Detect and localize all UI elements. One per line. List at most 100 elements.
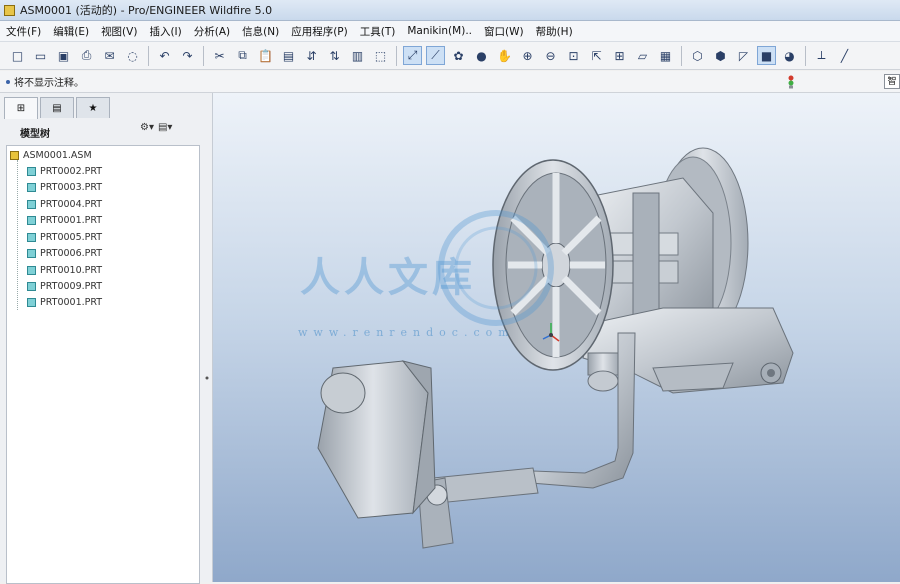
paste-icon[interactable]: 📋 bbox=[256, 46, 275, 65]
tree-item-label: PRT0001.PRT bbox=[40, 214, 103, 226]
appearance-icon[interactable]: ✿ bbox=[449, 46, 468, 65]
traffic-light-icon[interactable] bbox=[786, 75, 796, 89]
shaded-icon[interactable]: ■ bbox=[757, 46, 776, 65]
tree-item[interactable]: PRT0003.PRT bbox=[27, 180, 102, 194]
window-title: ASM0001 (活动的) - Pro/ENGINEER Wildfire 5.… bbox=[20, 4, 273, 17]
menu-file[interactable]: 文件(F) bbox=[0, 24, 47, 39]
tree-item[interactable]: PRT0006.PRT bbox=[27, 246, 102, 260]
tree-item[interactable]: PRT0001.PRT bbox=[27, 295, 102, 309]
new-file-icon[interactable]: □ bbox=[8, 46, 27, 65]
tree-item[interactable]: PRT0005.PRT bbox=[27, 230, 102, 244]
tree-item[interactable]: PRT0009.PRT bbox=[27, 279, 102, 293]
save-icon[interactable]: ▣ bbox=[54, 46, 73, 65]
menu-analysis[interactable]: 分析(A) bbox=[188, 24, 236, 39]
tree-item[interactable]: PRT0010.PRT bbox=[27, 263, 102, 277]
menu-help[interactable]: 帮助(H) bbox=[530, 24, 579, 39]
shading-icon[interactable]: ● bbox=[472, 46, 491, 65]
part-icon bbox=[27, 232, 36, 242]
wireframe-icon[interactable]: ⬡ bbox=[688, 46, 707, 65]
show-icon[interactable]: ▤▾ bbox=[158, 122, 172, 133]
enhanced-realism-icon[interactable]: ◕ bbox=[780, 46, 799, 65]
tree-item-label: PRT0002.PRT bbox=[40, 165, 103, 177]
part-icon bbox=[27, 265, 36, 275]
part-icon bbox=[27, 281, 36, 291]
zoom-out-icon[interactable]: ⊖ bbox=[541, 46, 560, 65]
tree-root[interactable]: ASM0001.ASM bbox=[10, 148, 92, 162]
favorites-icon: ★ bbox=[88, 102, 98, 114]
part-icon bbox=[27, 166, 36, 176]
refit-icon[interactable]: ⊡ bbox=[564, 46, 583, 65]
spin-center-icon[interactable]: ⤢ bbox=[403, 46, 422, 65]
hidden-line-icon[interactable]: ⬢ bbox=[711, 46, 730, 65]
message-bullet-icon bbox=[6, 79, 10, 84]
send-mail-icon[interactable]: ✉ bbox=[100, 46, 119, 65]
tree-item-label: PRT0003.PRT bbox=[40, 181, 103, 193]
tree-item[interactable]: PRT0004.PRT bbox=[27, 197, 102, 211]
pipe bbox=[587, 352, 619, 392]
part-icon bbox=[27, 199, 36, 209]
open-folder-icon[interactable]: ▭ bbox=[31, 46, 50, 65]
part-icon bbox=[27, 248, 36, 258]
part-icon bbox=[27, 215, 36, 225]
navigator-tabs: ⊞ ▤ ★ bbox=[4, 97, 112, 119]
orient-mode-icon[interactable]: ⟋ bbox=[426, 46, 445, 65]
menu-applications[interactable]: 应用程序(P) bbox=[285, 24, 354, 39]
menu-manikin[interactable]: Manikin(M).. bbox=[401, 25, 478, 37]
part-icon bbox=[27, 182, 36, 192]
tab-model-tree[interactable]: ⊞ bbox=[4, 97, 38, 119]
menu-edit[interactable]: 编辑(E) bbox=[47, 24, 95, 39]
regen-manager-icon[interactable]: ⇅ bbox=[325, 46, 344, 65]
navigator-panel: ⊞ ▤ ★ 模型树 ⚙▾ ▤▾ ASM0001.ASM PRT0002.PRT … bbox=[0, 93, 213, 584]
regenerate-icon[interactable]: ⇵ bbox=[302, 46, 321, 65]
tree-item-label: PRT0005.PRT bbox=[40, 231, 103, 243]
menu-tools[interactable]: 工具(T) bbox=[354, 24, 402, 39]
menu-bar: 文件(F) 编辑(E) 视图(V) 插入(I) 分析(A) 信息(N) 应用程序… bbox=[0, 21, 900, 42]
model-tree-icon: ⊞ bbox=[16, 103, 26, 114]
menu-view[interactable]: 视图(V) bbox=[95, 24, 143, 39]
watermark-text: 人人文库 bbox=[300, 255, 476, 301]
view-manager-icon[interactable]: ▦ bbox=[656, 46, 675, 65]
undo-icon[interactable]: ↶ bbox=[155, 46, 174, 65]
settings-icon[interactable]: ⚙▾ bbox=[140, 122, 154, 133]
toolbar-separator bbox=[203, 45, 204, 66]
tree-item[interactable]: PRT0002.PRT bbox=[27, 164, 102, 178]
tree-item-label: PRT0009.PRT bbox=[40, 280, 103, 292]
datum-plane-icon[interactable]: ⟂ bbox=[812, 46, 831, 65]
model-tree: ASM0001.ASM PRT0002.PRT PRT0003.PRT PRT0… bbox=[6, 145, 200, 584]
saved-views-icon[interactable]: ⊞ bbox=[610, 46, 629, 65]
graphics-viewport[interactable]: 人人文库 www.renrendoc.com bbox=[213, 93, 900, 582]
tree-item-label: PRT0010.PRT bbox=[40, 264, 103, 276]
tab-favorites[interactable]: ★ bbox=[76, 97, 110, 118]
cut-icon[interactable]: ✂ bbox=[210, 46, 229, 65]
menu-insert[interactable]: 插入(I) bbox=[143, 24, 187, 39]
reorient-icon[interactable]: ⇱ bbox=[587, 46, 606, 65]
message-bar: 将不显示注释。 智 bbox=[0, 71, 900, 93]
pan-icon[interactable]: ✋ bbox=[495, 46, 514, 65]
print-icon[interactable]: ⎙ bbox=[77, 46, 96, 65]
layers-icon[interactable]: ▱ bbox=[633, 46, 652, 65]
panel-title: 模型树 bbox=[20, 129, 50, 140]
redo-icon[interactable]: ↷ bbox=[178, 46, 197, 65]
assembly-icon bbox=[10, 150, 19, 160]
datum-axis-icon[interactable]: ╱ bbox=[835, 46, 854, 65]
tree-item[interactable]: PRT0001.PRT bbox=[27, 213, 102, 227]
select-box-icon[interactable]: ⬚ bbox=[371, 46, 390, 65]
menu-window[interactable]: 窗口(W) bbox=[478, 24, 530, 39]
motor-block bbox=[317, 360, 436, 519]
toolbar-separator bbox=[148, 45, 149, 66]
copy-icon[interactable]: ⧉ bbox=[233, 46, 252, 65]
panel-tools: ⚙▾ ▤▾ bbox=[140, 122, 176, 133]
find-icon[interactable]: ▥ bbox=[348, 46, 367, 65]
panel-splitter-handle[interactable] bbox=[205, 358, 209, 398]
zoom-in-icon[interactable]: ⊕ bbox=[518, 46, 537, 65]
tree-item-label: PRT0001.PRT bbox=[40, 296, 103, 308]
toolbar-separator bbox=[805, 45, 806, 66]
paste-special-icon[interactable]: ▤ bbox=[279, 46, 298, 65]
erase-display-icon[interactable]: ◌ bbox=[123, 46, 142, 65]
no-hidden-icon[interactable]: ◸ bbox=[734, 46, 753, 65]
part-icon bbox=[27, 297, 36, 307]
selection-filter-button[interactable]: 智 bbox=[884, 74, 900, 89]
folder-browser-icon: ▤ bbox=[52, 102, 62, 114]
tab-folder-browser[interactable]: ▤ bbox=[40, 97, 74, 118]
menu-info[interactable]: 信息(N) bbox=[236, 24, 285, 39]
